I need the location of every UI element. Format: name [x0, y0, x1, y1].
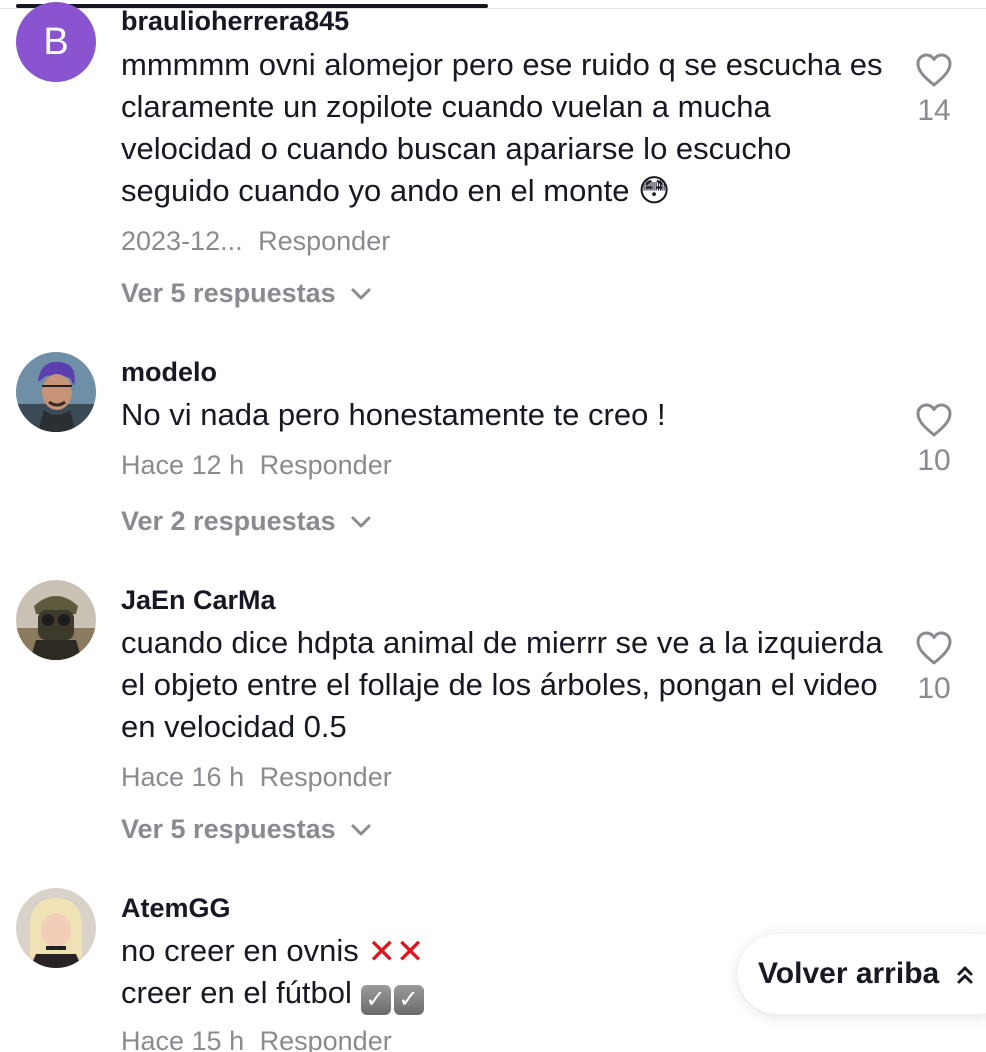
reply-button[interactable]: Responder [260, 762, 392, 792]
comment-time: 2023-12... [121, 226, 243, 256]
comment-meta: Hace 12 h Responder [121, 450, 392, 481]
chevron-down-icon [351, 516, 371, 527]
comment-time: Hace 16 h [121, 762, 245, 792]
heart-outline-icon [916, 631, 952, 665]
comment-text: cuando dice hdpta animal de mierrr se ve… [121, 625, 883, 744]
like-count: 10 [917, 672, 951, 705]
avatar-image [16, 352, 96, 432]
back-to-top-label: Volver arriba [758, 957, 940, 990]
avatar[interactable]: B [16, 2, 96, 82]
double-chevron-up-icon [957, 966, 973, 984]
view-replies-button[interactable]: Ver 2 respuestas [121, 506, 372, 537]
avatar[interactable] [16, 352, 96, 432]
like-button[interactable]: 10 [898, 630, 970, 706]
heart-outline-icon [916, 53, 952, 87]
comment-meta: 2023-12... Responder [121, 226, 390, 257]
heart-outline-icon [916, 403, 952, 437]
like-button[interactable]: 14 [898, 52, 970, 128]
cross-mark-icon: ✕✕ [367, 933, 425, 971]
avatar-image [16, 888, 96, 968]
comment-username[interactable]: AtemGG [121, 893, 231, 924]
check-mark-icon: ✓ [393, 985, 424, 1015]
reply-button[interactable]: Responder [260, 450, 392, 480]
comment-text-line2: creer en el fútbol [121, 975, 352, 1010]
chevron-down-icon [351, 288, 371, 299]
avatar[interactable] [16, 580, 96, 660]
like-count: 14 [917, 94, 951, 127]
like-count: 10 [917, 444, 951, 477]
comment-username[interactable]: JaEn CarMa [121, 585, 276, 616]
back-to-top-button[interactable]: Volver arriba [738, 934, 986, 1014]
check-mark-icon: ✓ [360, 985, 391, 1015]
view-replies-label: Ver 2 respuestas [121, 506, 336, 536]
comment-time: Hace 15 h [121, 1026, 245, 1052]
like-button[interactable]: 10 [898, 402, 970, 478]
reply-button[interactable]: Responder [258, 226, 390, 256]
comment-text: No vi nada pero honestamente te creo ! [121, 397, 666, 432]
avatar-image [16, 580, 96, 660]
comment-time: Hace 12 h [121, 450, 245, 480]
comment-text-line1: no creer en ovnis [121, 933, 359, 968]
chevron-down-icon [351, 824, 371, 835]
comment-meta: Hace 16 h Responder [121, 762, 392, 793]
comment-meta: Hace 15 h Responder [121, 1026, 392, 1052]
view-replies-label: Ver 5 respuestas [121, 278, 336, 308]
reply-button[interactable]: Responder [260, 1026, 392, 1052]
comment-username[interactable]: braulioherrera845 [121, 6, 349, 37]
view-replies-button[interactable]: Ver 5 respuestas [121, 278, 372, 309]
avatar[interactable] [16, 888, 96, 968]
view-replies-label: Ver 5 respuestas [121, 814, 336, 844]
view-replies-button[interactable]: Ver 5 respuestas [121, 814, 372, 845]
avatar-letter: B [43, 20, 69, 63]
comment-text: mmmmm ovni alomejor pero ese ruido q se … [121, 47, 883, 208]
comment-username[interactable]: modelo [121, 357, 217, 388]
comments-page: B braulioherrera845 mmmmm ovni alomejor … [0, 0, 986, 1052]
